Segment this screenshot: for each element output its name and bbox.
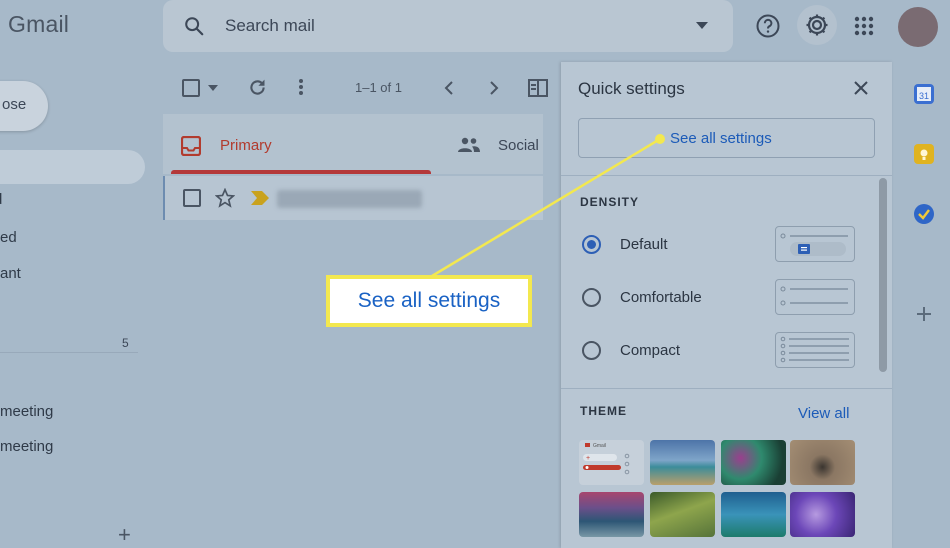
- callout-label: See all settings: [357, 289, 501, 312]
- see-all-settings-callout: See all settings: [326, 275, 532, 327]
- callout-connector: [431, 134, 665, 278]
